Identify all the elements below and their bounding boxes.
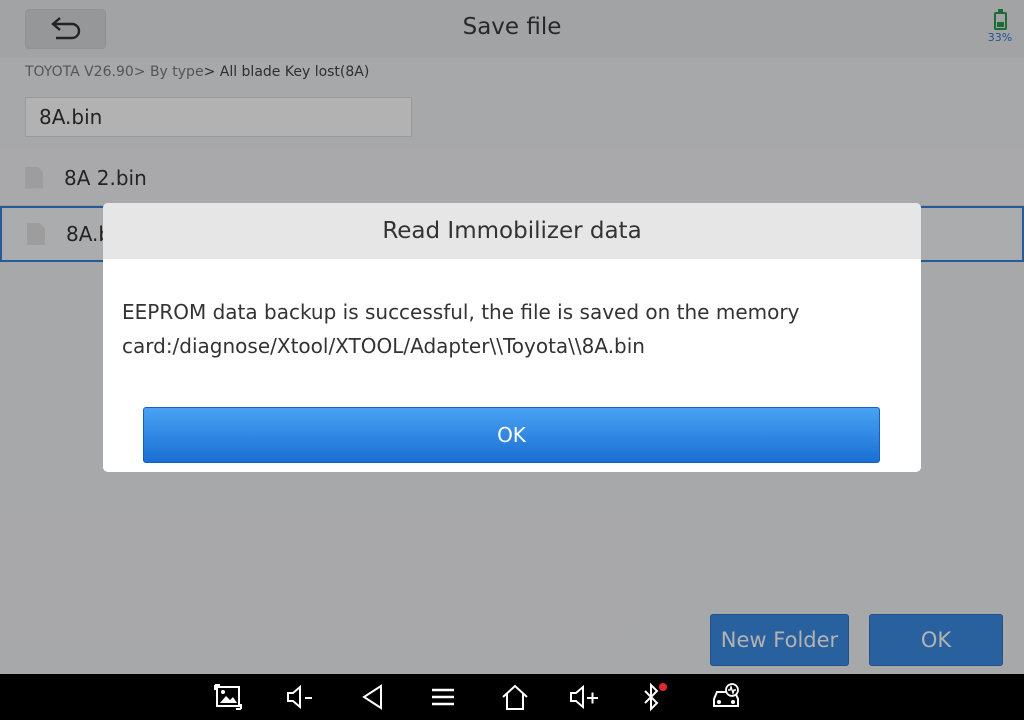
screenshot-icon[interactable] (212, 682, 244, 712)
volume-down-icon[interactable] (284, 682, 316, 712)
dialog-title: Read Immobilizer data (103, 203, 921, 259)
dialog-ok-button[interactable]: OK (143, 407, 880, 463)
home-icon[interactable] (499, 682, 531, 712)
bluetooth-icon[interactable] (636, 682, 668, 712)
read-immobilizer-dialog: Read Immobilizer data EEPROM data backup… (103, 203, 921, 472)
vehicle-diagnostic-icon[interactable] (710, 682, 742, 712)
dialog-message: EEPROM data backup is successful, the fi… (122, 300, 800, 358)
system-nav-bar (0, 674, 1024, 720)
volume-up-icon[interactable] (569, 682, 601, 712)
back-icon[interactable] (357, 682, 389, 712)
menu-icon[interactable] (427, 682, 459, 712)
